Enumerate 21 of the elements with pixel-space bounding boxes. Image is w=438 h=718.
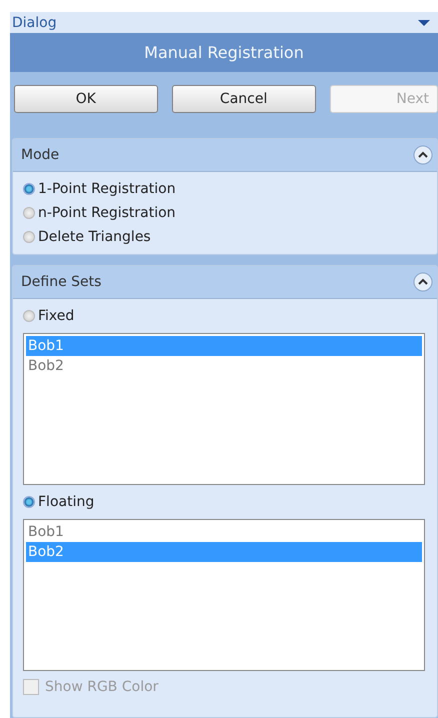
radio-button[interactable]: 1-Point Registration xyxy=(23,178,176,200)
radio-dot[interactable] xyxy=(23,310,35,322)
radio-button[interactable]: Fixed xyxy=(23,305,74,327)
radio-button[interactable]: Floating xyxy=(23,491,94,513)
list-item[interactable]: Bob1 xyxy=(26,522,422,542)
radio-button[interactable]: n-Point Registration xyxy=(23,202,176,224)
collapse-icon[interactable] xyxy=(413,145,433,165)
radio-dot[interactable] xyxy=(23,207,35,219)
panel-title: Mode xyxy=(21,147,60,163)
window-title: Dialog xyxy=(12,14,57,30)
radio-dot[interactable] xyxy=(23,231,35,243)
dialog-button[interactable]: Cancel xyxy=(172,85,316,113)
radio-button[interactable]: Delete Triangles xyxy=(23,226,151,248)
dropdown-icon[interactable] xyxy=(418,18,430,26)
dialog-header: Manual Registration xyxy=(10,33,438,72)
radio-dot[interactable] xyxy=(23,496,35,508)
collapse-icon[interactable] xyxy=(413,272,433,292)
list-item[interactable]: Bob2 xyxy=(26,356,422,376)
radio-dot[interactable] xyxy=(23,183,35,195)
dialog-button[interactable]: OK xyxy=(14,85,158,113)
panel-title: Define Sets xyxy=(21,274,102,290)
